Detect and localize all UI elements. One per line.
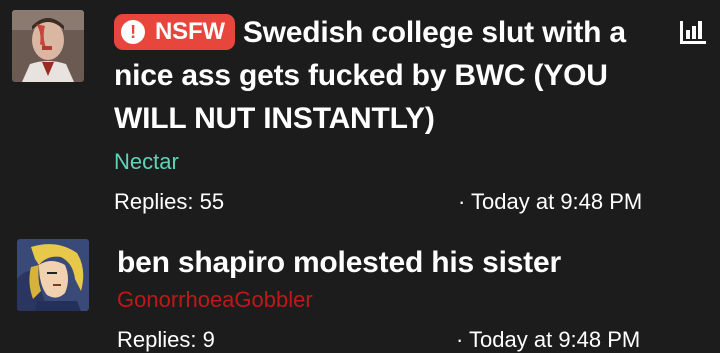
replies-count: Replies: 55 [114, 189, 225, 214]
replies-count: Replies: 9 [117, 327, 215, 352]
thread-timestamp: · Today at 9:48 PM [456, 327, 641, 352]
exclamation-icon: ! [121, 20, 145, 44]
thread-title[interactable]: ben shapiro molested his sister [117, 241, 677, 284]
thread-item[interactable]: ! NSFW Swedish college slut with a nice as… [0, 0, 720, 232]
avatar[interactable] [17, 239, 89, 311]
bar-chart-icon[interactable] [679, 18, 707, 44]
thread-timestamp: · Today at 9:48 PM [458, 189, 643, 214]
avatar[interactable] [12, 10, 84, 82]
thread-item[interactable]: ben shapiro molested his sister Gonorrho… [0, 232, 720, 352]
thread-author[interactable]: GonorrhoeaGobbler [117, 287, 313, 313]
thread-author[interactable]: Nectar [114, 149, 179, 175]
nsfw-badge: ! NSFW [114, 14, 235, 50]
thread-title[interactable]: ! NSFW Swedish college slut with a nice as… [114, 11, 670, 140]
